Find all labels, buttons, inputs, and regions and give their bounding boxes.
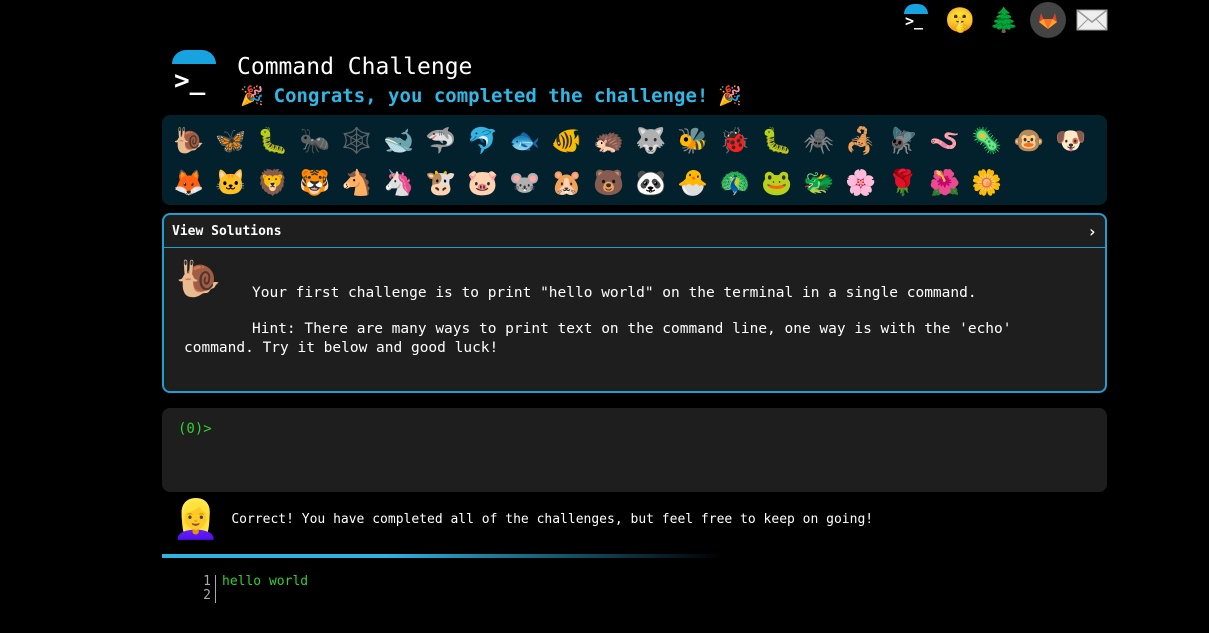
terminal-prompt: (0)> — [178, 421, 212, 437]
line-number-gutter: 1 2 — [195, 575, 216, 603]
gitlab-icon[interactable] — [1030, 2, 1066, 38]
challenge-animal-icon[interactable]: 🐸 — [756, 161, 798, 203]
congrats-text: Congrats, you completed the challenge! — [273, 84, 709, 107]
challenge-animal-icon[interactable]: 🐼 — [630, 161, 672, 203]
result-message: 👱‍♀️ Correct! You have completed all of … — [172, 500, 873, 538]
challenge-animal-icon[interactable]: 🐌 — [168, 119, 210, 161]
shush-face-glyph: 🤫 — [945, 6, 975, 34]
challenge-animal-icon[interactable]: 🐺 — [630, 119, 672, 161]
challenge-animal-icon[interactable]: 🐛 — [252, 119, 294, 161]
challenge-animal-icon[interactable]: 🦚 — [714, 161, 756, 203]
party-popper-icon: 🎉 — [240, 85, 264, 107]
challenge-animal-icon[interactable]: 🐣 — [672, 161, 714, 203]
challenge-animal-icon[interactable]: 🐭 — [504, 161, 546, 203]
tree-glyph: 🌲 — [989, 6, 1019, 34]
challenge-animal-icon[interactable]: 🐜 — [294, 119, 336, 161]
shush-face-icon[interactable]: 🤫 — [942, 2, 978, 38]
snail-icon: 🐌 — [176, 259, 221, 300]
challenge-animal-icon[interactable]: 🐴 — [336, 161, 378, 203]
logo-glyph: >_ — [170, 64, 216, 98]
command-challenge-icon[interactable]: >_ — [898, 2, 934, 38]
party-popper-icon: 🎉 — [718, 85, 743, 107]
challenge-animal-icon[interactable]: 🐞 — [714, 119, 756, 161]
challenge-animal-icon[interactable]: 🐠 — [546, 119, 588, 161]
challenge-animal-icon[interactable]: 🐮 — [420, 161, 462, 203]
challenge-animal-icon[interactable]: 🌼 — [966, 161, 1008, 203]
code-line: hello world — [222, 574, 309, 589]
challenge-animal-icon[interactable]: 🦁 — [252, 161, 294, 203]
congrats-banner: 🎉 Congrats, you completed the challenge!… — [240, 84, 743, 108]
challenge-animal-icon[interactable]: 🦠 — [966, 119, 1008, 161]
challenge-progress-panel: 🐌 🦋 🐛 🐜 🕸️ 🐋 🦈 🐬 🐟 🐠 🦔 🐺 🐝 🐞 🐛 🕷️ 🦂 🪰 🪱 🦠 🐵 🐶 🦊 🐱 🦁 🐯 🐴 🦄 🐮 🐷 🐭 🐹 🐻 🐼 🐣 🦚 🐸 🐲… — [162, 115, 1107, 205]
challenge-animal-icon[interactable]: 🦂 — [840, 119, 882, 161]
woman-avatar-icon: 👱‍♀️ — [172, 497, 220, 541]
challenge-animal-icon[interactable]: 🦈 — [420, 119, 462, 161]
challenge-animal-icon[interactable]: 🐋 — [378, 119, 420, 161]
challenge-animal-icon[interactable]: 🪰 — [882, 119, 924, 161]
page-title: Command Challenge — [237, 54, 473, 80]
line-number: 1 — [203, 574, 211, 589]
output-editor[interactable]: 1 2 hello world — [195, 575, 308, 603]
logo-dome — [172, 50, 216, 64]
envelope-shape — [1076, 9, 1108, 31]
challenge-animal-icon[interactable]: 🦊 — [168, 161, 210, 203]
line-number: 2 — [203, 588, 211, 603]
code-area: hello world — [216, 575, 308, 603]
challenge-animal-icon[interactable]: 🕷️ — [798, 119, 840, 161]
challenge-animal-icon[interactable]: 🕸️ — [336, 119, 378, 161]
challenge-animal-icon[interactable]: 🐹 — [546, 161, 588, 203]
challenge-animal-icon[interactable]: 🐲 — [798, 161, 840, 203]
challenge-animal-icon[interactable]: 🐯 — [294, 161, 336, 203]
challenge-animal-icon[interactable]: 🐝 — [672, 119, 714, 161]
result-text: Correct! You have completed all of the c… — [231, 511, 874, 527]
challenge-description: Your first challenge is to print "hello … — [252, 285, 977, 301]
challenge-animal-icon[interactable]: 🌸 — [840, 161, 882, 203]
challenge-animal-icon[interactable]: 🐶 — [1050, 119, 1092, 161]
challenge-animal-icon[interactable]: 🐱 — [210, 161, 252, 203]
challenge-animal-icon[interactable]: 🪱 — [924, 119, 966, 161]
challenge-animal-icon[interactable]: 🐛 — [756, 119, 798, 161]
challenge-animal-icon[interactable]: 🐷 — [462, 161, 504, 203]
challenge-animal-icon[interactable]: 🦔 — [588, 119, 630, 161]
challenge-animal-icon[interactable]: 🐟 — [504, 119, 546, 161]
top-icon-bar: >_ 🤫 🌲 — [898, 2, 1110, 38]
challenge-panel: View Solutions › 🐌 Your first challenge … — [162, 213, 1107, 393]
gitlab-logo — [1039, 13, 1057, 29]
challenge-animal-icon[interactable]: 🌺 — [924, 161, 966, 203]
view-solutions-label: View Solutions — [172, 223, 282, 239]
divider-bar — [162, 554, 722, 558]
chevron-right-icon: › — [1087, 221, 1097, 241]
challenge-animal-icon[interactable]: 🦋 — [210, 119, 252, 161]
mail-icon[interactable] — [1074, 2, 1110, 38]
app-logo[interactable]: >_ — [170, 50, 218, 100]
terminal-input[interactable]: (0)> — [162, 408, 1107, 492]
challenge-animal-icon[interactable]: 🐵 — [1008, 119, 1050, 161]
challenge-animal-icon[interactable]: 🌹 — [882, 161, 924, 203]
view-solutions-toggle[interactable]: View Solutions › — [164, 215, 1105, 248]
challenge-animal-icon[interactable]: 🐬 — [462, 119, 504, 161]
tree-icon[interactable]: 🌲 — [986, 2, 1022, 38]
challenge-animal-icon[interactable]: 🦄 — [378, 161, 420, 203]
challenge-hint: Hint: There are many ways to print text … — [184, 321, 1012, 356]
terminal-glyph: >_ — [905, 12, 924, 30]
challenge-animal-icon[interactable]: 🐻 — [588, 161, 630, 203]
